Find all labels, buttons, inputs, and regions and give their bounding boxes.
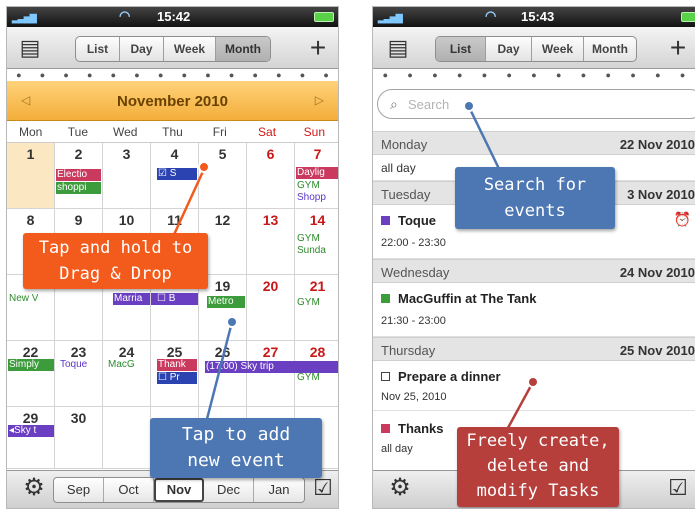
list-view-screen: ▂▃▅▇ ◠ 15:43 ▤ List Day Week Month + ● ● ●… — [372, 6, 695, 509]
search-callout: Search for events — [455, 167, 615, 229]
task-target-dot — [527, 376, 539, 388]
month-view-screen: ▂▃▅▇ ◠ 15:42 ▤ List Day Week Month + ● ● ●… — [6, 6, 339, 509]
drag-target-dot — [198, 161, 210, 173]
add-target-dot — [226, 316, 238, 328]
add-event-callout: Tap to add new event — [150, 418, 322, 478]
drag-drop-callout: Tap and hold to Drag & Drop — [23, 233, 208, 289]
search-target-dot — [463, 100, 475, 112]
tasks-callout: Freely create, delete and modify Tasks — [457, 427, 619, 507]
